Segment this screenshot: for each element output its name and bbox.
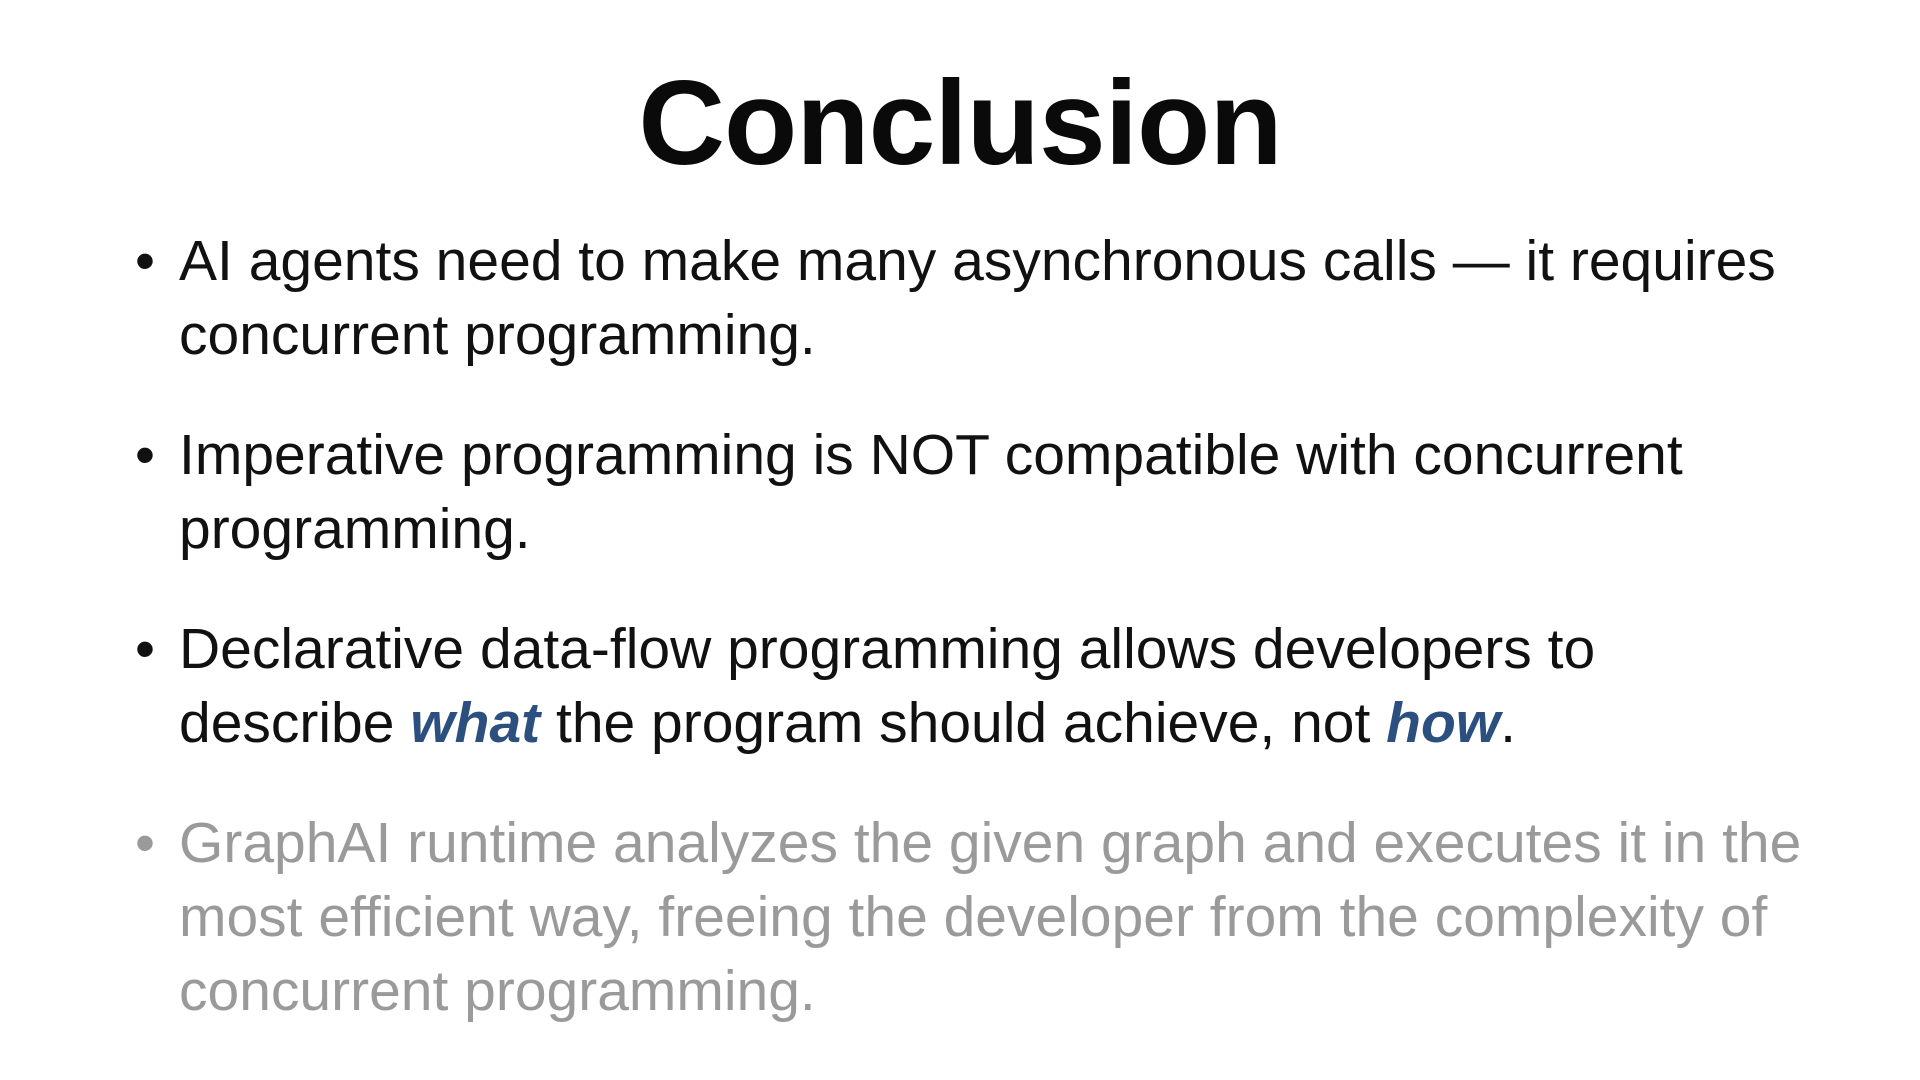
bullet-text-part: . [1500, 691, 1516, 755]
bullet-list: • AI agents need to make many asynchrono… [135, 224, 1815, 1074]
bullet-text: Imperative programming is NOT compatible… [179, 423, 1683, 561]
bullet-dot-icon: • [135, 229, 155, 293]
bullet-dot-icon: • [135, 423, 155, 487]
bullet-text: AI agents need to make many asynchronous… [179, 229, 1776, 367]
bullet-text-part: the program should achieve, not [540, 691, 1387, 755]
bullet-item-1: • AI agents need to make many asynchrono… [135, 224, 1815, 372]
emphasis-how: how [1386, 691, 1501, 755]
bullet-dot-icon: • [135, 617, 155, 681]
bullet-item-3: • Declarative data-flow programming allo… [135, 612, 1815, 760]
bullet-item-4: • GraphAI runtime analyzes the given gra… [135, 806, 1815, 1028]
bullet-dot-icon: • [135, 811, 155, 875]
slide-title: Conclusion [638, 56, 1282, 190]
slide: Conclusion • AI agents need to make many… [0, 0, 1920, 1080]
emphasis-what: what [410, 691, 541, 755]
bullet-item-2: • Imperative programming is NOT compatib… [135, 418, 1815, 566]
bullet-text: Declarative data-flow programming allows… [179, 617, 1595, 755]
bullet-text: GraphAI runtime analyzes the given graph… [179, 811, 1802, 1023]
